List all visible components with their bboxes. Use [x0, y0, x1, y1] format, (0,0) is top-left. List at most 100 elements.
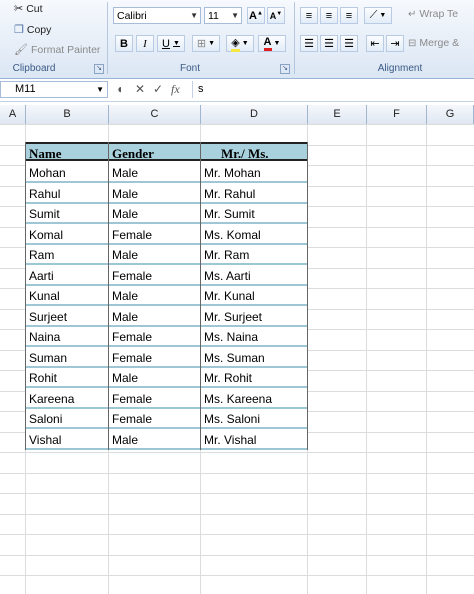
bottom-align-button[interactable]: ≡ — [340, 7, 358, 24]
align-center-button[interactable]: ☰ — [320, 35, 338, 52]
table-cell[interactable]: Mr. Vishal — [201, 430, 308, 450]
paintbrush-icon: 🖌 — [14, 44, 28, 56]
table-cell[interactable]: Ms. Naina — [201, 327, 308, 347]
table-cell[interactable]: Female — [109, 327, 201, 347]
align-middle-icon: ≡ — [325, 9, 333, 22]
fill-color-button[interactable]: ◈ ▼ — [226, 35, 254, 52]
table-cell[interactable]: Aarti — [26, 266, 109, 286]
table-cell[interactable]: Ms. Kareena — [201, 389, 308, 409]
table-cell[interactable]: Male — [109, 368, 201, 388]
formula-bar: M11 ▼ ◖ ✕ ✓ fx s — [0, 79, 474, 102]
table-cell[interactable]: Mr. Mohan — [201, 163, 308, 183]
italic-button[interactable]: I — [136, 35, 154, 52]
wrap-text-button[interactable]: ↵ Wrap Te — [408, 8, 458, 20]
copy-button[interactable]: ❐ Copy — [14, 23, 51, 37]
column-header-b[interactable]: B — [26, 105, 109, 124]
table-cell[interactable]: Male — [109, 307, 201, 327]
merge-center-button[interactable]: ⊟ Merge & — [408, 37, 459, 49]
increase-indent-button[interactable]: ⇥ — [386, 35, 404, 52]
gridline — [0, 555, 474, 556]
table-header-cell[interactable]: Gender — [109, 142, 201, 161]
table-cell[interactable]: Mr. Rohit — [201, 368, 308, 388]
table-cell[interactable]: Komal — [26, 225, 109, 245]
worksheet-grid[interactable]: Name Gender Mr./ Ms. Mohan Male Mr. Mohan Rahu… — [0, 124, 474, 594]
gridline — [0, 514, 474, 515]
table-cell[interactable]: Mr. Surjeet — [201, 307, 308, 327]
table-cell[interactable]: Mr. Sumit — [201, 204, 308, 224]
insert-function-icon[interactable]: fx — [171, 82, 180, 97]
group-separator — [107, 2, 108, 74]
table-cell[interactable]: Mr. Kunal — [201, 286, 308, 306]
align-left-button[interactable]: ☰ — [300, 35, 318, 52]
table-cell[interactable]: Ms. Saloni — [201, 409, 308, 429]
table-cell[interactable]: Female — [109, 389, 201, 409]
table-cell[interactable]: Mohan — [26, 163, 109, 183]
gridline — [0, 534, 474, 535]
table-cell[interactable]: Mr. Ram — [201, 245, 308, 265]
table-cell[interactable]: Male — [109, 245, 201, 265]
table-cell[interactable]: Female — [109, 266, 201, 286]
enter-check-icon[interactable]: ✓ — [153, 82, 163, 96]
column-header-c[interactable]: C — [109, 105, 201, 124]
clipboard-dialog-launcher[interactable]: ↘ — [94, 64, 104, 74]
underline-button[interactable]: U ▼ — [157, 35, 185, 52]
table-cell[interactable]: Ms. Aarti — [201, 266, 308, 286]
table-cell[interactable]: Surjeet — [26, 307, 109, 327]
table-cell[interactable]: Female — [109, 409, 201, 429]
table-header-cell[interactable]: Name — [26, 142, 109, 161]
font-name-combo[interactable]: Calibri ▼ — [113, 7, 201, 24]
column-header-g[interactable]: G — [427, 105, 474, 124]
table-cell[interactable]: Female — [109, 225, 201, 245]
gridline — [0, 124, 474, 125]
middle-align-button[interactable]: ≡ — [320, 7, 338, 24]
table-header-cell[interactable]: Mr./ Ms. — [201, 142, 308, 161]
gridline — [426, 124, 427, 594]
name-box[interactable]: M11 ▼ — [0, 81, 108, 98]
column-header-e[interactable]: E — [308, 105, 367, 124]
table-cell[interactable]: Ms. Suman — [201, 348, 308, 368]
font-dialog-launcher[interactable]: ↘ — [280, 64, 290, 74]
table-cell[interactable]: Male — [109, 286, 201, 306]
table-cell[interactable]: Male — [109, 204, 201, 224]
gridline — [0, 575, 474, 576]
table-cell[interactable]: Naina — [26, 327, 109, 347]
align-left-icon: ☰ — [304, 38, 314, 50]
table-cell[interactable]: Male — [109, 430, 201, 450]
table-cell[interactable]: Rahul — [26, 184, 109, 204]
copy-icon: ❐ — [14, 24, 24, 36]
table-cell[interactable]: Saloni — [26, 409, 109, 429]
align-center-icon: ☰ — [324, 38, 334, 50]
table-cell[interactable]: Mr. Rahul — [201, 184, 308, 204]
table-cell[interactable]: Male — [109, 184, 201, 204]
table-cell[interactable]: Vishal — [26, 430, 109, 450]
borders-button[interactable]: ⊞ ▼ — [192, 35, 220, 52]
table-cell[interactable]: Ms. Komal — [201, 225, 308, 245]
chevron-down-icon: ▼ — [190, 11, 198, 20]
gridline — [0, 473, 474, 474]
font-size-combo[interactable]: 11 ▼ — [204, 7, 242, 24]
table-cell[interactable]: Sumit — [26, 204, 109, 224]
table-cell[interactable]: Ram — [26, 245, 109, 265]
bold-button[interactable]: B — [115, 35, 133, 52]
font-color-button[interactable]: A ▼ — [258, 35, 286, 52]
top-align-button[interactable]: ≡ — [300, 7, 318, 24]
format-painter-button[interactable]: 🖌 Format Painter — [14, 43, 100, 57]
cancel-icon[interactable]: ✕ — [135, 82, 145, 96]
formula-input[interactable]: s — [192, 81, 474, 98]
table-cell[interactable]: Kunal — [26, 286, 109, 306]
cut-button[interactable]: ✂ Cut — [14, 2, 43, 16]
table-cell[interactable]: Rohit — [26, 368, 109, 388]
column-header-d[interactable]: D — [201, 105, 308, 124]
orientation-button[interactable]: ⟋ ▼ — [364, 7, 392, 24]
decrease-indent-button[interactable]: ⇤ — [366, 35, 384, 52]
table-cell[interactable]: Kareena — [26, 389, 109, 409]
gridline — [366, 124, 367, 594]
table-cell[interactable]: Female — [109, 348, 201, 368]
align-right-button[interactable]: ☰ — [340, 35, 358, 52]
shrink-font-button[interactable]: A▼ — [267, 7, 285, 24]
column-header-f[interactable]: F — [367, 105, 427, 124]
table-cell[interactable]: Male — [109, 163, 201, 183]
column-header-a[interactable]: A — [0, 105, 26, 124]
table-cell[interactable]: Suman — [26, 348, 109, 368]
grow-font-button[interactable]: A▲ — [247, 7, 265, 24]
